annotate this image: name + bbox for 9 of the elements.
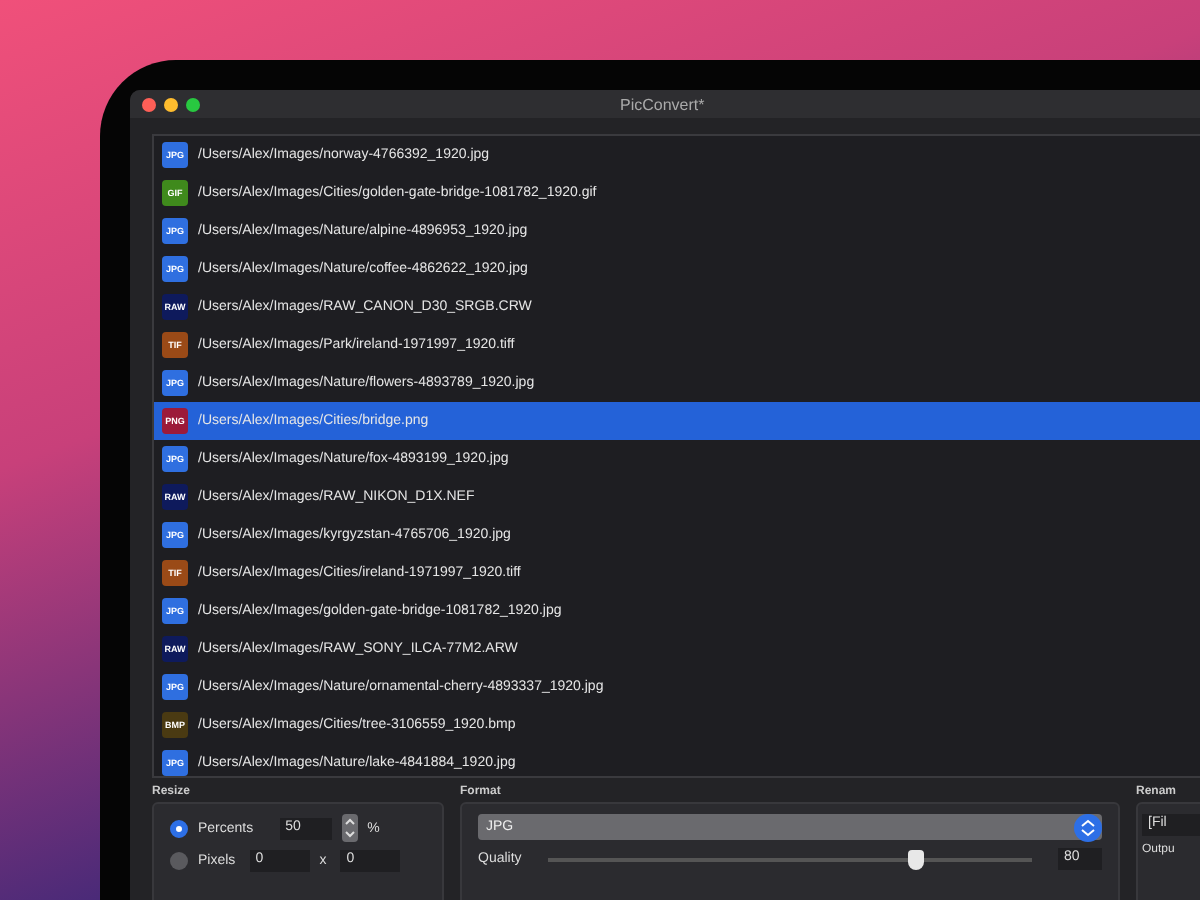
slider-thumb[interactable]	[907, 849, 924, 869]
window-title: PicConvert*	[620, 95, 705, 113]
chevron-icon	[1074, 813, 1102, 841]
minimize-button[interactable]	[164, 97, 178, 111]
radio-button[interactable]	[170, 852, 188, 870]
stepper-icon[interactable]	[341, 814, 358, 842]
zoom-button[interactable]	[186, 97, 200, 111]
close-button[interactable]	[142, 97, 156, 111]
radio-button[interactable]	[170, 819, 188, 837]
